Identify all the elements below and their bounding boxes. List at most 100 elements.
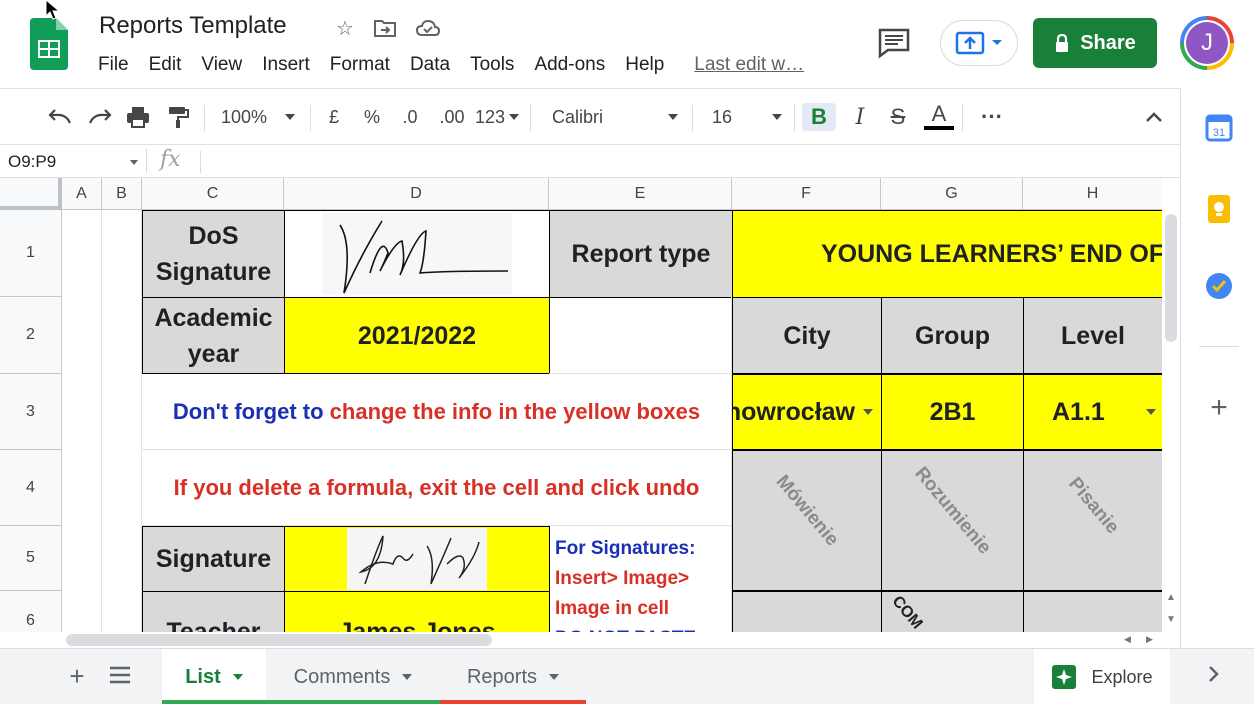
redo-icon[interactable] <box>86 103 114 131</box>
vertical-scroll-thumb[interactable] <box>1165 214 1177 342</box>
scroll-right-icon[interactable]: ▶ <box>1146 634 1158 646</box>
star-icon[interactable]: ☆ <box>333 16 357 40</box>
present-button[interactable] <box>940 20 1018 66</box>
dropdown-chevron-icon[interactable] <box>863 409 873 415</box>
column-header-a[interactable]: A <box>62 178 102 210</box>
all-sheets-icon[interactable] <box>108 665 134 689</box>
cell-h4[interactable]: Pisanie <box>1023 450 1162 591</box>
last-edit-link[interactable]: Last edit w… <box>684 52 814 78</box>
cell-d1[interactable] <box>284 210 550 298</box>
cell-h2[interactable]: Level <box>1023 297 1162 374</box>
comment-history-icon[interactable] <box>874 26 914 60</box>
row-header-1[interactable]: 1 <box>0 210 62 297</box>
name-box[interactable]: O9:P9 <box>8 151 138 173</box>
menu-format[interactable]: Format <box>320 52 400 78</box>
paint-format-icon[interactable] <box>164 103 192 131</box>
cell-d2[interactable]: 2021/2022 <box>284 297 550 374</box>
show-side-panel-icon[interactable] <box>1208 665 1228 689</box>
cell-g4[interactable]: Rozumienie <box>881 450 1024 591</box>
cell-f4[interactable]: Mówienie <box>732 450 882 591</box>
menu-insert[interactable]: Insert <box>252 52 320 78</box>
row-header-6[interactable]: 6 <box>0 591 62 632</box>
menu-tools[interactable]: Tools <box>460 52 524 78</box>
more-formats-button[interactable]: 123 <box>474 103 520 131</box>
column-header-c[interactable]: C <box>142 178 284 210</box>
menu-view[interactable]: View <box>191 52 252 78</box>
tab-comments[interactable]: Comments <box>266 649 440 704</box>
cell-c6[interactable]: Teacher <box>142 591 285 632</box>
tab-list[interactable]: List <box>162 649 266 704</box>
collapse-toolbar-icon[interactable] <box>1140 103 1168 131</box>
menu-data[interactable]: Data <box>400 52 460 78</box>
text-color-button[interactable]: A <box>922 103 956 131</box>
scroll-up-icon[interactable]: ▲ <box>1164 592 1178 606</box>
cell-c2[interactable]: Academic year <box>142 297 285 374</box>
share-button[interactable]: Share <box>1033 18 1157 68</box>
cell-f2[interactable]: City <box>732 297 882 374</box>
select-all-corner[interactable] <box>0 178 62 210</box>
zoom-select[interactable]: 100% <box>216 103 300 131</box>
add-addon-icon[interactable]: + <box>1205 393 1233 423</box>
italic-button[interactable]: I <box>846 103 874 131</box>
cell-c3-note[interactable]: Don't forget to change the info in the y… <box>142 374 732 450</box>
row-header-4[interactable]: 4 <box>0 450 62 526</box>
row-header-5[interactable]: 5 <box>0 526 62 591</box>
cell-f3-city[interactable]: nowrocław <box>732 374 882 450</box>
tab-reports[interactable]: Reports <box>440 649 586 704</box>
explore-button[interactable]: Explore <box>1034 649 1170 704</box>
empty-column-b[interactable] <box>102 210 142 632</box>
horizontal-scroll-thumb[interactable] <box>66 634 492 646</box>
more-tools-button[interactable]: ··· <box>974 103 1010 131</box>
cell-h6[interactable] <box>1023 591 1162 632</box>
cell-g6[interactable]: COM <box>881 591 1024 632</box>
document-title[interactable]: Reports Template <box>99 12 287 40</box>
bold-button[interactable]: B <box>802 103 836 131</box>
avatar[interactable]: J <box>1180 16 1234 70</box>
cell-e1[interactable]: Report type <box>549 210 733 298</box>
column-header-b[interactable]: B <box>102 178 142 210</box>
empty-column-a[interactable] <box>62 210 102 632</box>
add-sheet-icon[interactable]: + <box>62 663 92 691</box>
cell-e5-instructions[interactable]: For Signatures: Insert> Image> Image in … <box>549 526 732 632</box>
cell-e2[interactable] <box>549 297 732 374</box>
sheets-logo-icon[interactable] <box>30 18 68 70</box>
row-header-2[interactable]: 2 <box>0 297 62 374</box>
column-header-h[interactable]: H <box>1023 178 1162 210</box>
menu-file[interactable]: File <box>88 52 139 78</box>
column-header-d[interactable]: D <box>284 178 549 210</box>
row-header-3[interactable]: 3 <box>0 374 62 450</box>
cell-d6[interactable]: James Jones <box>284 591 550 632</box>
cell-h3-level[interactable]: A1.1 <box>1023 374 1162 450</box>
cell-c4-note[interactable]: If you delete a formula, exit the cell a… <box>142 450 732 526</box>
undo-icon[interactable] <box>46 103 74 131</box>
menu-help[interactable]: Help <box>615 52 674 78</box>
percent-format-button[interactable]: % <box>360 103 384 131</box>
column-header-g[interactable]: G <box>881 178 1023 210</box>
cell-g3[interactable]: 2B1 <box>881 374 1024 450</box>
cell-c5[interactable]: Signature <box>142 526 285 592</box>
cloud-status-icon[interactable] <box>416 16 440 40</box>
dropdown-chevron-icon[interactable] <box>1146 409 1156 415</box>
decrease-decimal-button[interactable]: .0 <box>396 103 424 131</box>
calendar-icon[interactable]: 31 <box>1205 114 1233 142</box>
column-header-f[interactable]: F <box>732 178 881 210</box>
scroll-left-icon[interactable]: ◀ <box>1124 634 1136 646</box>
menu-edit[interactable]: Edit <box>139 52 192 78</box>
cell-g2[interactable]: Group <box>881 297 1024 374</box>
cell-f6[interactable] <box>732 591 882 632</box>
menu-addons[interactable]: Add-ons <box>524 52 615 78</box>
currency-format-button[interactable]: £ <box>322 103 346 131</box>
print-icon[interactable] <box>124 103 152 131</box>
cell-d5[interactable] <box>284 526 550 592</box>
column-header-e[interactable]: E <box>549 178 732 210</box>
font-size-select[interactable]: 16 <box>702 103 788 131</box>
cell-f1[interactable]: YOUNG LEARNERS’ END OF <box>732 210 1162 298</box>
strikethrough-button[interactable]: S <box>884 103 912 131</box>
scroll-down-icon[interactable]: ▼ <box>1164 614 1178 628</box>
formula-input[interactable] <box>210 149 1170 173</box>
cell-c1[interactable]: DoS Signature <box>142 210 285 298</box>
keep-icon[interactable] <box>1207 194 1231 224</box>
font-family-select[interactable]: Calibri <box>544 103 684 131</box>
increase-decimal-button[interactable]: .00 <box>436 103 468 131</box>
tasks-icon[interactable] <box>1205 272 1233 300</box>
